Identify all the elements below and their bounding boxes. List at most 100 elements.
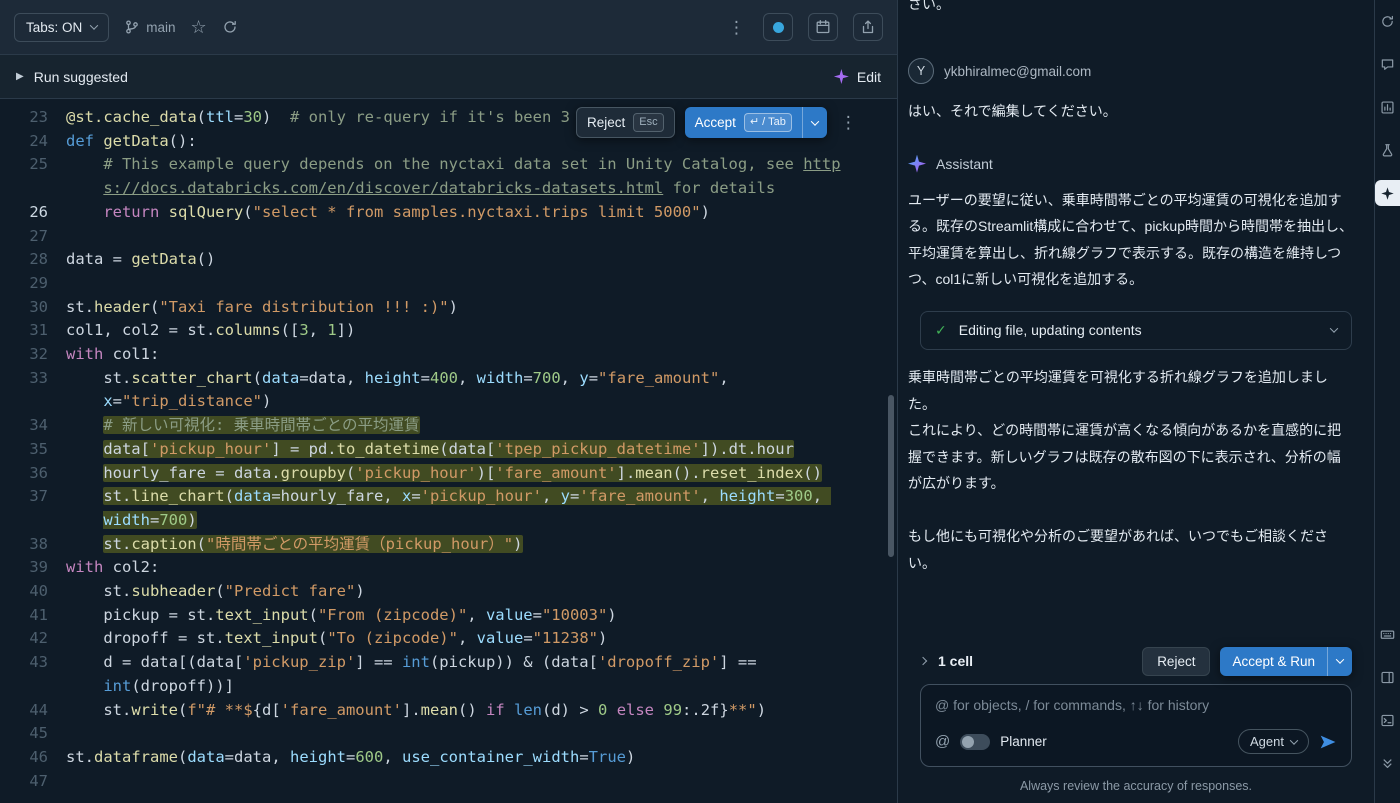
code-line[interactable]: 40 st.subheader("Predict fare") [0,580,897,604]
code-line[interactable]: 36 hourly_fare = data.groupby('pickup_hou… [0,462,897,486]
experiments-chart-icon[interactable] [1375,94,1400,120]
code-line[interactable]: 47 [0,770,897,794]
code-line[interactable]: 46 st.dataframe(data=data, height=600, us… [0,746,897,770]
code-text[interactable]: st.caption("時間帯ごとの平均運賃（pickup_hour）") [66,533,897,557]
code-line[interactable]: 39 with col2: [0,556,897,580]
terminal-icon[interactable] [1375,707,1400,733]
side-panel-icon[interactable] [1375,664,1400,690]
diff-overflow-menu-icon[interactable]: ⋮ [837,114,860,131]
assistant-input[interactable]: @ for objects, / for commands, ↑↓ for hi… [920,684,1352,767]
share-icon [860,19,876,35]
code-text[interactable]: hourly_fare = data.groupby('pickup_hour'… [66,462,897,486]
code-text[interactable]: st.scatter_chart(data=data, height=400, … [66,367,897,414]
code-text[interactable]: dropoff = st.text_input("To (zipcode)", … [66,627,897,651]
flask-icon[interactable] [1375,137,1400,163]
app-root: Tabs: ON main ☆ ⋮ ▶ Run suggested Edit 2… [0,0,1400,803]
diff-action-popup: Reject Esc Accept ↵ / Tab ⋮ [576,107,860,139]
agent-mode-dropdown[interactable]: Agent [1238,729,1309,754]
reject-changes-button[interactable]: Reject [1142,646,1211,676]
chevron-right-icon[interactable] [918,656,928,666]
edit-mode-button[interactable]: Edit [833,68,881,85]
chevron-down-icon [810,117,820,126]
git-branch-button[interactable]: main [124,19,176,35]
code-text[interactable]: st.dataframe(data=data, height=600, use_… [66,746,897,770]
code-text[interactable]: data['pickup_hour'] = pd.to_datetime(dat… [66,438,897,462]
accept-and-run-button[interactable]: Accept & Run [1220,646,1327,676]
line-number: 31 [29,321,48,340]
accept-label: Accept [694,115,736,131]
code-line[interactable]: 44 st.write(f"# **${d['fare_amount'].mean… [0,699,897,723]
code-text[interactable]: col1, col2 = st.columns([3, 1]) [66,319,897,343]
refresh-icon[interactable] [222,19,238,35]
code-editor[interactable]: 23 @st.cache_data(ttl=30) # only re-query… [0,99,897,803]
code-line[interactable]: 34 # 新しい可視化: 乗車時間帯ごとの平均運賃 [0,414,897,438]
chevron-down-icon[interactable] [1329,324,1339,334]
code-text[interactable]: data = getData() [66,248,897,272]
code-line[interactable]: 41 pickup = st.text_input("From (zipcode)… [0,604,897,628]
code-text[interactable]: # 新しい可視化: 乗車時間帯ごとの平均運賃 [66,414,897,438]
code-line[interactable]: 32 with col1: [0,343,897,367]
line-number: 40 [29,582,48,601]
code-text[interactable]: st.subheader("Predict fare") [66,580,897,604]
line-number: 24 [29,131,48,150]
code-text[interactable]: with col2: [66,556,897,580]
code-text[interactable] [66,225,897,249]
code-line[interactable]: 27 [0,225,897,249]
code-text[interactable] [66,770,897,794]
mention-icon[interactable]: @ [935,733,950,750]
accept-options-dropdown[interactable] [801,107,827,139]
planner-label: Planner [1000,734,1047,749]
task-status-row[interactable]: ✓ Editing file, updating contents [920,310,1352,350]
code-line[interactable]: 38 st.caption("時間帯ごとの平均運賃（pickup_hour）") [0,533,897,557]
code-text[interactable]: st.line_chart(data=hourly_fare, x='picku… [66,485,897,532]
code-text[interactable] [66,722,897,746]
code-line[interactable]: 45 [0,722,897,746]
agent-label: Agent [1250,734,1284,749]
code-line[interactable]: 42 dropoff = st.text_input("To (zipcode)"… [0,627,897,651]
code-text[interactable]: st.write(f"# **${d['fare_amount'].mean()… [66,699,897,723]
code-text[interactable]: pickup = st.text_input("From (zipcode)",… [66,604,897,628]
reject-button[interactable]: Reject Esc [576,107,675,139]
code-text[interactable]: d = data[(data['pickup_zip'] == int(pick… [66,651,897,698]
sync-icon[interactable] [1375,8,1400,34]
line-number: 32 [29,345,48,364]
keyboard-icon[interactable] [1375,621,1400,647]
code-line[interactable]: 30 st.header("Taxi fare distribution !!! … [0,296,897,320]
share-button[interactable] [853,13,883,41]
code-text[interactable] [66,272,897,296]
code-line[interactable]: 29 [0,272,897,296]
overflow-menu-icon[interactable]: ⋮ [725,19,748,36]
chevron-down-icon [1335,655,1345,664]
tabs-toggle-dropdown[interactable]: Tabs: ON [14,12,110,42]
accept-button[interactable]: Accept ↵ / Tab [684,107,802,139]
code-line[interactable]: 28 data = getData() [0,248,897,272]
line-number: 34 [29,416,48,435]
code-line[interactable]: 25 # This example query depends on the ny… [0,153,897,200]
record-status-button[interactable] [763,13,793,41]
chat-scroll-area[interactable]: さい。 Y ykbhiralmec@gmail.com はい、それで編集してくだ… [898,0,1374,640]
code-line[interactable]: 33 st.scatter_chart(data=data, height=400… [0,367,897,414]
code-line[interactable]: 35 data['pickup_hour'] = pd.to_datetime(d… [0,438,897,462]
collapse-icon[interactable] [1375,750,1400,776]
send-icon[interactable] [1319,733,1337,751]
accept-run-options-dropdown[interactable] [1327,646,1352,676]
comments-icon[interactable] [1375,51,1400,77]
run-suggested-button[interactable]: ▶ Run suggested [16,69,128,85]
rail-bottom-group [1375,621,1400,793]
code-text[interactable]: with col1: [66,343,897,367]
code-text[interactable]: return sqlQuery("select * from samples.n… [66,201,897,225]
editor-scrollbar-thumb[interactable] [888,395,894,557]
code-line[interactable]: 37 st.line_chart(data=hourly_fare, x='pic… [0,485,897,532]
calendar-icon [815,19,831,35]
edit-label: Edit [856,68,881,85]
code-line[interactable]: 26 return sqlQuery("select * from samples… [0,201,897,225]
assistant-icon[interactable] [1374,180,1400,206]
code-text[interactable]: st.header("Taxi fare distribution !!! :)… [66,296,897,320]
code-line[interactable]: 31 col1, col2 = st.columns([3, 1]) [0,319,897,343]
code-line[interactable]: 43 d = data[(data['pickup_zip'] == int(pi… [0,651,897,698]
schedule-button[interactable] [808,13,838,41]
planner-toggle[interactable] [960,733,991,750]
assistant-message-header: Assistant [908,154,1354,173]
code-text[interactable]: # This example query depends on the nyct… [66,153,897,200]
favorite-star-icon[interactable]: ☆ [191,18,207,36]
